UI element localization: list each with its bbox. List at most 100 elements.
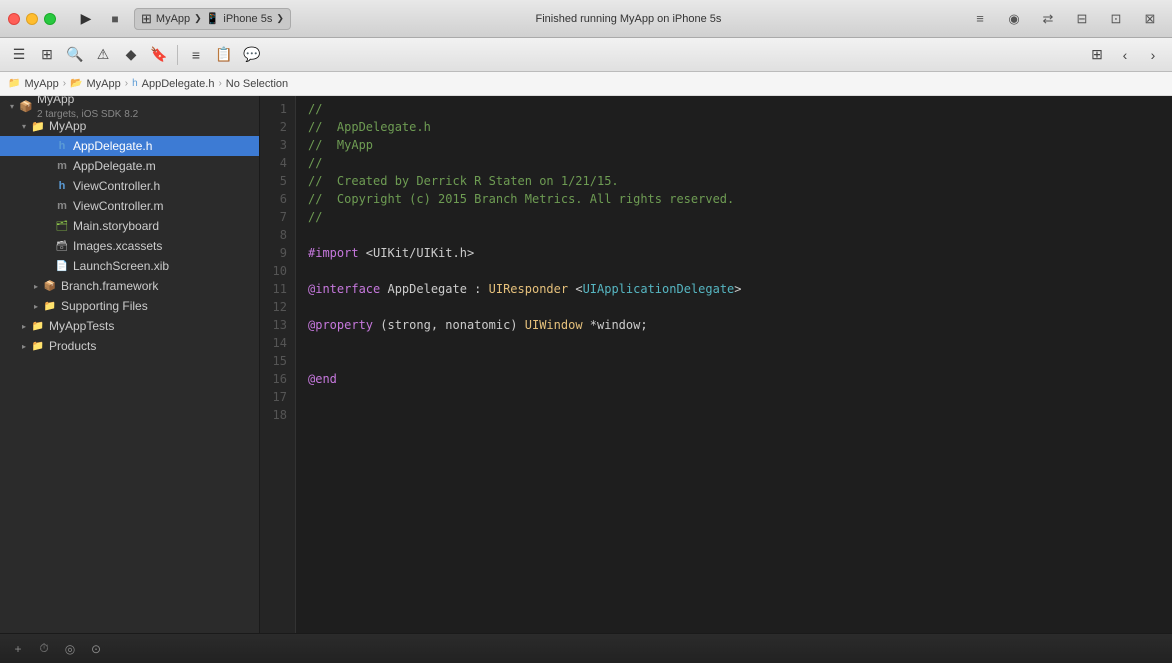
minimize-button[interactable] — [26, 13, 38, 25]
warning-btn[interactable]: ⚠ — [90, 42, 116, 68]
view-grid-btn[interactable]: ⊞ — [1084, 42, 1110, 68]
breadcrumb-no-selection[interactable]: No Selection — [226, 78, 288, 90]
list-view-btn[interactable]: ≡ — [183, 42, 209, 68]
toolbar-separator — [177, 45, 178, 65]
breakpoint-btn[interactable]: ◆ — [118, 42, 144, 68]
sidebar-item-launchscreen-xib[interactable]: 📄 LaunchScreen.xib — [0, 256, 259, 276]
main-layout: 📦 MyApp 2 targets, iOS SDK 8.2 📁 MyApp h… — [0, 96, 1172, 633]
sidebar-item-project[interactable]: 📦 MyApp 2 targets, iOS SDK 8.2 — [0, 96, 259, 116]
back-btn[interactable]: ‹ — [1112, 42, 1138, 68]
sidebar-item-supporting-files[interactable]: 📁 Supporting Files — [0, 296, 259, 316]
breadcrumb-sep-2: › — [125, 78, 128, 89]
phone-icon: 📱 — [206, 12, 220, 25]
chevron-icon: ❯ — [194, 13, 202, 24]
images-xcassets-label: Images.xcassets — [73, 239, 162, 253]
run-button[interactable]: ▶ — [72, 8, 100, 30]
storyboard-icon: 🗂 — [54, 218, 70, 234]
supporting-icon: 📁 — [42, 298, 58, 314]
scheme-selector[interactable]: ⊞ MyApp ❯ 📱 iPhone 5s ❯ — [134, 8, 291, 30]
breadcrumb-myapp-2[interactable]: MyApp — [87, 78, 121, 90]
note-btn[interactable]: 📋 — [211, 42, 237, 68]
appdelegate-m-label: AppDelegate.m — [73, 159, 156, 173]
appdelegate-h-label: AppDelegate.h — [73, 139, 152, 153]
titlebar-center: Finished running MyApp on iPhone 5s — [291, 13, 966, 25]
sidebar-item-appdelegate-m[interactable]: m AppDelegate.m — [0, 156, 259, 176]
disclosure-project — [6, 100, 18, 112]
breadcrumb-appdelegate-h[interactable]: AppDelegate.h — [142, 78, 215, 90]
sidebar-item-images-xcassets[interactable]: 🗃 Images.xcassets — [0, 236, 259, 256]
history-button[interactable]: ⏱ — [34, 639, 54, 659]
titlebar-left-controls: ▶ ■ — [72, 8, 126, 30]
scheme-device: iPhone 5s — [223, 13, 272, 25]
disclosure-myapp — [18, 120, 30, 132]
utility-toggle[interactable]: ⊡ — [1102, 8, 1130, 30]
titlebar-right: ≡ ◉ ⇄ ⊟ ⊡ ⊠ — [966, 8, 1164, 30]
breadcrumb-myapp-1[interactable]: MyApp — [24, 78, 58, 90]
products-icon: 📁 — [30, 338, 46, 354]
breadcrumb-h-icon: h — [132, 78, 138, 89]
traffic-lights — [8, 13, 56, 25]
branch-framework-label: Branch.framework — [61, 279, 158, 293]
scheme-app-name: MyApp — [156, 13, 190, 25]
stop-button[interactable]: ■ — [104, 8, 126, 30]
maximize-button[interactable] — [44, 13, 56, 25]
bookmark-btn[interactable]: 🔖 — [146, 42, 172, 68]
scheme-icon: ⊞ — [141, 11, 152, 27]
sidebar-item-appdelegate-h[interactable]: h AppDelegate.h — [0, 136, 259, 156]
h-file-icon: h — [54, 138, 70, 154]
sidebar-item-viewcontroller-h[interactable]: h ViewController.h — [0, 176, 259, 196]
debug-button[interactable]: ⊙ — [86, 639, 106, 659]
sidebar: 📦 MyApp 2 targets, iOS SDK 8.2 📁 MyApp h… — [0, 96, 260, 633]
breadcrumb-icon: 📁 — [8, 78, 20, 89]
filter-button[interactable]: ◎ — [60, 639, 80, 659]
breadcrumb: 📁 MyApp › 📂 MyApp › h AppDelegate.h › No… — [0, 72, 1172, 96]
disclosure-branch — [30, 280, 42, 292]
sidebar-item-products[interactable]: 📁 Products — [0, 336, 259, 356]
line-numbers: 1 2 3 4 5 6 7 8 9 10 11 12 13 14 15 16 1… — [260, 96, 296, 633]
sidebar-item-branch-framework[interactable]: 📦 Branch.framework — [0, 276, 259, 296]
comment-btn[interactable]: 💬 — [239, 42, 265, 68]
viewcontroller-m-label: ViewController.m — [73, 199, 163, 213]
m-file-icon2: m — [54, 198, 70, 214]
sidebar-toggle[interactable]: ☰ — [6, 42, 32, 68]
supporting-files-label: Supporting Files — [61, 299, 148, 313]
h-file-icon2: h — [54, 178, 70, 194]
xcassets-icon: 🗃 — [54, 238, 70, 254]
add-button[interactable]: + — [8, 639, 28, 659]
status-text: Finished running MyApp on iPhone 5s — [535, 13, 721, 25]
project-name: MyApp — [37, 96, 74, 106]
main-storyboard-label: Main.storyboard — [73, 219, 159, 233]
framework-icon: 📦 — [42, 278, 58, 294]
jump-bar-btn[interactable]: ⊞ — [34, 42, 60, 68]
launchscreen-xib-label: LaunchScreen.xib — [73, 259, 169, 273]
folder-icon: 📁 — [30, 118, 46, 134]
back-forward-btn[interactable]: ⇄ — [1034, 8, 1062, 30]
project-name-label: MyApp 2 targets, iOS SDK 8.2 — [37, 96, 138, 120]
code-editor[interactable]: // // AppDelegate.h // MyApp // // Creat… — [296, 96, 1172, 633]
disclosure-tests — [18, 320, 30, 332]
toolbar: ☰ ⊞ 🔍 ⚠ ◆ 🔖 ≡ 📋 💬 ⊞ ‹ › — [0, 38, 1172, 72]
sidebar-item-viewcontroller-m[interactable]: m ViewController.m — [0, 196, 259, 216]
forward-btn[interactable]: › — [1140, 42, 1166, 68]
search-btn[interactable]: 🔍 — [62, 42, 88, 68]
project-icon: 📦 — [18, 98, 34, 114]
sidebar-item-main-storyboard[interactable]: 🗂 Main.storyboard — [0, 216, 259, 236]
editor: 1 2 3 4 5 6 7 8 9 10 11 12 13 14 15 16 1… — [260, 96, 1172, 633]
titlebar: ▶ ■ ⊞ MyApp ❯ 📱 iPhone 5s ❯ Finished run… — [0, 0, 1172, 38]
breadcrumb-folder-icon: 📂 — [70, 78, 82, 89]
navigator-toggle[interactable]: ≡ — [966, 8, 994, 30]
bottom-bar: + ⏱ ◎ ⊙ — [0, 633, 1172, 663]
myapptests-label: MyAppTests — [49, 319, 114, 333]
debug-toggle[interactable]: ⊠ — [1136, 8, 1164, 30]
tests-icon: 📁 — [30, 318, 46, 334]
disclosure-products — [18, 340, 30, 352]
xib-icon: 📄 — [54, 258, 70, 274]
chevron-icon2: ❯ — [276, 13, 284, 24]
viewcontroller-h-label: ViewController.h — [73, 179, 160, 193]
close-button[interactable] — [8, 13, 20, 25]
breadcrumb-sep-1: › — [63, 78, 66, 89]
activity-button[interactable]: ◉ — [1000, 8, 1028, 30]
sidebar-item-myapptests[interactable]: 📁 MyAppTests — [0, 316, 259, 336]
assistant-toggle[interactable]: ⊟ — [1068, 8, 1096, 30]
breadcrumb-sep-3: › — [218, 78, 221, 89]
